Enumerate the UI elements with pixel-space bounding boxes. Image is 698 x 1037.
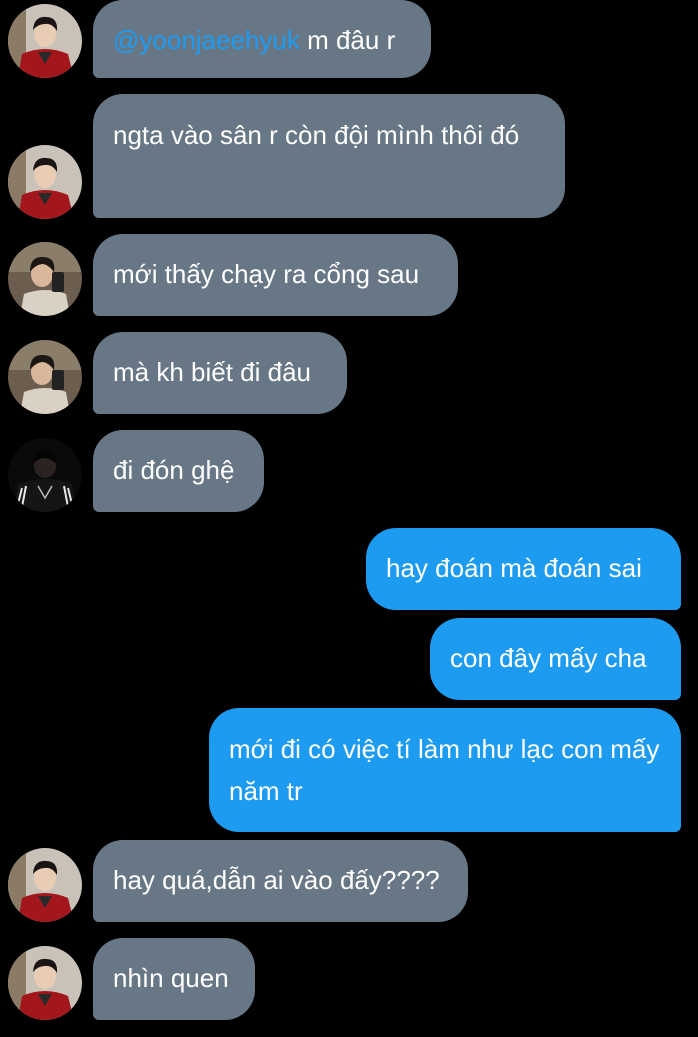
message-text: nhìn quen xyxy=(113,963,229,993)
message-bubble-outgoing[interactable]: con đây mấy cha xyxy=(430,618,681,700)
message-text: hay quá,dẫn ai vào đấy???? xyxy=(113,865,440,895)
user-red-jacket-avatar-icon xyxy=(8,848,82,922)
message-bubble-incoming[interactable]: nhìn quen xyxy=(93,938,255,1020)
message-text: mới đi có việc tí làm như lạc con mấy nă… xyxy=(229,734,660,806)
message-thread: @yoonjaeehyuk m đâu r ngta vào sân r còn… xyxy=(0,0,698,1037)
message-text: ngta vào sân r còn đội mình thôi đó xyxy=(113,120,520,150)
message-bubble-outgoing[interactable]: hay đoán mà đoán sai xyxy=(366,528,681,610)
avatar[interactable] xyxy=(8,340,82,414)
message-text: m đâu r xyxy=(299,25,396,55)
avatar[interactable] xyxy=(8,4,82,78)
message-bubble-outgoing[interactable]: mới đi có việc tí làm như lạc con mấy nă… xyxy=(209,708,681,832)
user-red-jacket-avatar-icon xyxy=(8,145,82,219)
message-bubble-incoming[interactable]: mới thấy chạy ra cổng sau xyxy=(93,234,458,316)
message-bubble-incoming[interactable]: mà kh biết đi đâu xyxy=(93,332,347,414)
message-bubble-incoming[interactable]: ngta vào sân r còn đội mình thôi đó xyxy=(93,94,565,218)
message-text: đi đón ghệ xyxy=(113,455,235,485)
avatar[interactable] xyxy=(8,242,82,316)
user-mirror-selfie-avatar-icon xyxy=(8,242,82,316)
mention-link[interactable]: @yoonjaeehyuk xyxy=(113,25,300,55)
avatar[interactable] xyxy=(8,145,82,219)
message-text: con đây mấy cha xyxy=(450,643,647,673)
message-text: mà kh biết đi đâu xyxy=(113,357,312,387)
user-dark-track-jacket-avatar-icon xyxy=(8,438,82,512)
user-mirror-selfie-avatar-icon xyxy=(8,340,82,414)
message-bubble-incoming[interactable]: hay quá,dẫn ai vào đấy???? xyxy=(93,840,468,922)
message-bubble-incoming[interactable]: @yoonjaeehyuk m đâu r xyxy=(93,0,431,78)
message-bubble-incoming[interactable]: đi đón ghệ xyxy=(93,430,264,512)
message-text: mới thấy chạy ra cổng sau xyxy=(113,259,420,289)
avatar[interactable] xyxy=(8,848,82,922)
user-red-jacket-avatar-icon xyxy=(8,4,82,78)
user-red-jacket-avatar-icon xyxy=(8,946,82,1020)
avatar[interactable] xyxy=(8,438,82,512)
avatar[interactable] xyxy=(8,946,82,1020)
message-text: hay đoán mà đoán sai xyxy=(386,553,642,583)
